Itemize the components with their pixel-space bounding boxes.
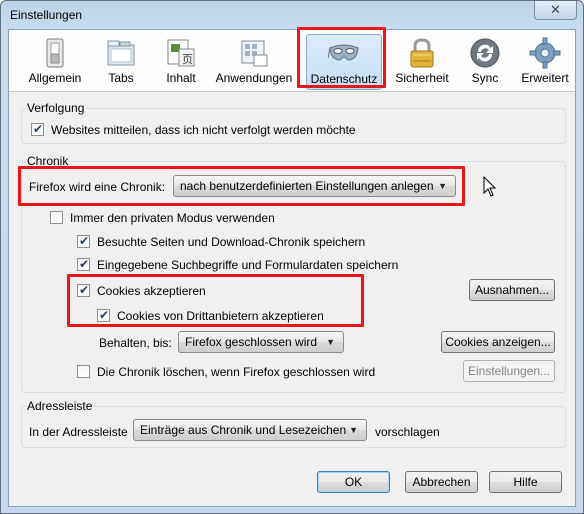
locationbar-suggest-value: Einträge aus Chronik und Lesezeichen xyxy=(140,423,347,437)
form-history-label[interactable]: Eingegebene Suchbegriffe und Formulardat… xyxy=(97,258,398,272)
tab-sync[interactable]: Sync xyxy=(461,34,509,90)
pane-toolbar: Allgemein Tabs 页 Inhalt Anwendungen Date… xyxy=(9,30,575,92)
show-cookies-button[interactable]: Cookies anzeigen... xyxy=(441,331,555,353)
private-mode-label[interactable]: Immer den privaten Modus verwenden xyxy=(70,211,275,225)
help-button[interactable]: Hilfe xyxy=(489,471,562,493)
history-mode-value: nach benutzerdefinierten Einstellungen a… xyxy=(180,179,434,193)
accept-cookies-checkbox[interactable]: ✔ xyxy=(77,283,90,297)
ok-button[interactable]: OK xyxy=(317,471,390,493)
dnt-checkbox[interactable]: ✔ xyxy=(31,122,44,136)
lock-icon xyxy=(406,37,438,69)
close-icon: ✕ xyxy=(550,2,561,17)
tab-allgemein[interactable]: Allgemein xyxy=(23,34,87,90)
dnt-label[interactable]: Websites mitteilen, dass ich nicht verfo… xyxy=(51,123,356,137)
tracking-legend: Verfolgung xyxy=(26,101,86,115)
locationbar-suffix-label: vorschlagen xyxy=(375,425,440,439)
clear-settings-button[interactable]: Einstellungen... xyxy=(463,360,555,382)
checkmark-icon: ✔ xyxy=(99,308,110,322)
title-bar[interactable]: Einstellungen ✕ xyxy=(1,1,583,29)
locationbar-prefix-label: In der Adressleiste xyxy=(29,425,128,439)
tab-label: Allgemein xyxy=(28,71,82,85)
tab-inhalt[interactable]: 页 Inhalt xyxy=(155,34,207,90)
chevron-down-icon: ▼ xyxy=(326,337,335,347)
exceptions-button[interactable]: Ausnahmen... xyxy=(469,279,555,301)
history-mode-label: Firefox wird eine Chronik: xyxy=(29,180,166,194)
tab-label: Anwendungen xyxy=(215,71,293,85)
svg-text:页: 页 xyxy=(182,53,193,66)
clear-on-close-label[interactable]: Die Chronik löschen, wenn Firefox geschl… xyxy=(97,365,375,379)
checkmark-icon: ✔ xyxy=(79,234,90,248)
dialog-body: Allgemein Tabs 页 Inhalt Anwendungen Date… xyxy=(8,29,576,507)
tabs-icon xyxy=(105,37,137,69)
cancel-button[interactable]: Abbrechen xyxy=(405,471,478,493)
tab-sicherheit[interactable]: Sicherheit xyxy=(392,34,452,90)
preferences-window: Einstellungen ✕ Allgemein Tabs 页 Inhalt … xyxy=(0,0,584,514)
tab-label: Datenschutz xyxy=(310,72,378,86)
checkmark-icon: ✔ xyxy=(79,257,90,271)
tab-tabs[interactable]: Tabs xyxy=(97,34,145,90)
switch-icon xyxy=(39,37,71,69)
sync-icon xyxy=(469,37,501,69)
accept-cookies-label[interactable]: Cookies akzeptieren xyxy=(97,284,206,298)
mouse-pointer-icon xyxy=(483,175,497,201)
applications-icon xyxy=(238,37,270,69)
tab-datenschutz[interactable]: Datenschutz xyxy=(306,34,382,90)
keep-until-value: Firefox geschlossen wird xyxy=(185,335,318,349)
keep-until-label: Behalten, bis: xyxy=(99,336,172,350)
tab-label: Inhalt xyxy=(166,71,196,85)
history-legend: Chronik xyxy=(26,154,70,168)
third-party-cookies-checkbox[interactable]: ✔ xyxy=(97,308,110,322)
tab-anwendungen[interactable]: Anwendungen xyxy=(213,34,295,90)
content-icon: 页 xyxy=(165,37,197,69)
browsing-history-label[interactable]: Besuchte Seiten und Download-Chronik spe… xyxy=(97,235,365,249)
browsing-history-checkbox[interactable]: ✔ xyxy=(77,234,90,248)
locationbar-legend: Adressleiste xyxy=(26,399,94,413)
private-mode-checkbox[interactable] xyxy=(50,211,63,224)
tab-label: Sicherheit xyxy=(395,71,449,85)
tab-erweitert[interactable]: Erweitert xyxy=(517,34,573,90)
locationbar-suggest-dropdown[interactable]: Einträge aus Chronik und Lesezeichen ▼ xyxy=(133,419,367,441)
history-mode-dropdown[interactable]: nach benutzerdefinierten Einstellungen a… xyxy=(173,175,456,197)
tab-label: Erweitert xyxy=(521,71,569,85)
close-button[interactable]: ✕ xyxy=(534,1,577,20)
chevron-down-icon: ▼ xyxy=(438,181,447,191)
clear-on-close-checkbox[interactable] xyxy=(77,365,90,378)
checkmark-icon: ✔ xyxy=(33,122,44,136)
tab-label: Sync xyxy=(471,71,499,85)
third-party-cookies-label[interactable]: Cookies von Drittanbietern akzeptieren xyxy=(117,309,324,323)
chevron-down-icon: ▼ xyxy=(349,425,358,435)
form-history-checkbox[interactable]: ✔ xyxy=(77,257,90,271)
privacy-mask-icon xyxy=(327,38,360,70)
gear-icon xyxy=(529,37,561,69)
tab-label: Tabs xyxy=(108,71,134,85)
window-title: Einstellungen xyxy=(10,8,83,22)
checkmark-icon: ✔ xyxy=(79,283,90,297)
keep-until-dropdown[interactable]: Firefox geschlossen wird ▼ xyxy=(178,331,344,353)
